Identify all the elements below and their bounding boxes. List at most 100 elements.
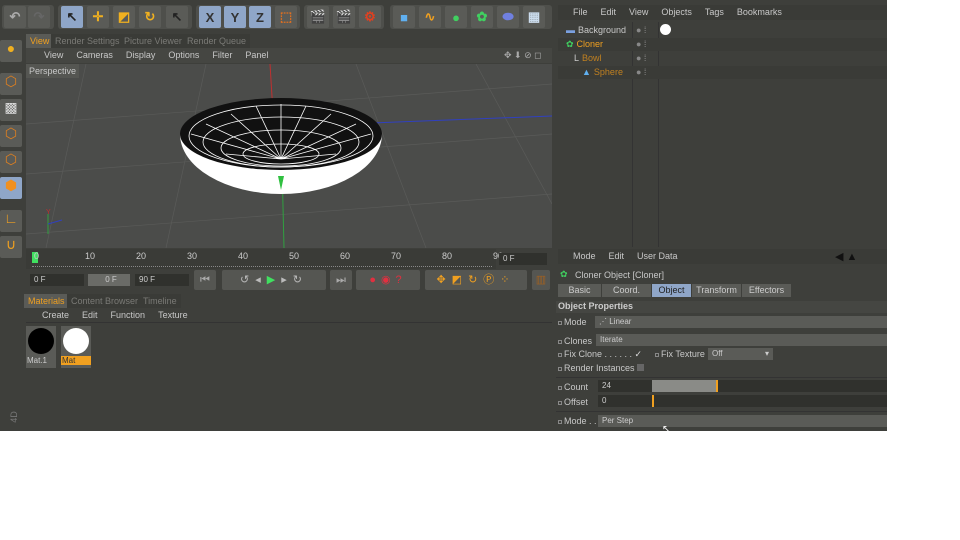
timeline-ruler[interactable]: 0 10 20 30 40 50 60 70 80 90: [26, 249, 503, 269]
scale-icon[interactable]: ◩: [113, 6, 135, 28]
count-field[interactable]: 24: [598, 380, 652, 392]
menu-view[interactable]: View: [44, 50, 63, 60]
points-mode-icon[interactable]: ⬡: [0, 73, 22, 95]
tab-basic[interactable]: Basic: [558, 284, 601, 297]
menu-edit[interactable]: Edit: [609, 251, 625, 261]
render-instances-label: Render Instances: [564, 363, 635, 373]
fix-texture-dropdown[interactable]: Off ▾: [708, 348, 773, 360]
x-axis-icon[interactable]: X: [199, 6, 221, 28]
spline-icon[interactable]: ∿: [419, 6, 441, 28]
current-frame-field[interactable]: 0 F: [499, 253, 547, 265]
tab-picture-viewer[interactable]: Picture Viewer: [120, 34, 186, 48]
tab-transform[interactable]: Transform: [692, 284, 741, 297]
snap-icon[interactable]: ∪: [0, 236, 22, 258]
material-preview: [28, 328, 54, 354]
object-row-cloner[interactable]: ✿ Cloner ● ⁞: [558, 38, 887, 51]
object-row-bowl[interactable]: L Bowl ● ⁞: [558, 52, 887, 65]
material-swatch[interactable]: Mat: [61, 326, 91, 368]
visibility-dots[interactable]: ● ⁞: [636, 24, 646, 37]
visibility-dots[interactable]: ● ⁞: [636, 66, 646, 79]
menu-display[interactable]: Display: [126, 50, 156, 60]
menu-user-data[interactable]: User Data: [637, 251, 678, 261]
workplane-icon[interactable]: ∟: [0, 210, 22, 232]
visibility-dots[interactable]: ● ⁞: [636, 38, 646, 51]
timeline-tick-label: 20: [136, 251, 147, 261]
timeline-layout-button[interactable]: ▥: [532, 270, 550, 290]
menu-tags[interactable]: Tags: [705, 7, 724, 17]
timeline-tick-label: 80: [442, 251, 453, 261]
object-row-background[interactable]: ▬ Background ● ⁞: [558, 24, 887, 37]
cloner-icon[interactable]: ✿: [471, 6, 493, 28]
menu-cameras[interactable]: Cameras: [76, 50, 113, 60]
menu-filter[interactable]: Filter: [212, 50, 232, 60]
menu-bookmarks[interactable]: Bookmarks: [737, 7, 782, 17]
offset-slider[interactable]: [652, 395, 887, 407]
floor-icon[interactable]: ▦: [523, 6, 545, 28]
goto-end-button[interactable]: ⏭: [330, 270, 352, 290]
nurbs-icon[interactable]: ●: [445, 6, 467, 28]
clones-dropdown[interactable]: Iterate: [596, 334, 887, 346]
tab-object[interactable]: Object: [652, 284, 691, 297]
end-frame-field[interactable]: 90 F: [135, 274, 189, 286]
menu-texture[interactable]: Texture: [158, 310, 188, 320]
material-swatch[interactable]: Mat.1: [26, 326, 56, 368]
tab-timeline[interactable]: Timeline: [139, 294, 181, 308]
nav-back-icon[interactable]: ◀ ▲: [835, 250, 857, 263]
menu-mode[interactable]: Mode: [573, 251, 596, 261]
material-name: Mat.1: [27, 356, 48, 365]
y-axis-icon[interactable]: Y: [224, 6, 246, 28]
section-header: Object Properties: [556, 301, 887, 313]
texture-mode-icon[interactable]: ▩: [0, 99, 22, 121]
last-tool-icon[interactable]: ↖: [166, 6, 188, 28]
tab-coord[interactable]: Coord.: [602, 284, 651, 297]
move-icon[interactable]: ✛: [87, 6, 109, 28]
menu-view[interactable]: View: [629, 7, 648, 17]
tab-view[interactable]: View: [26, 34, 54, 48]
undo-icon[interactable]: ↶: [4, 6, 26, 28]
mode2-dropdown[interactable]: Per Step: [598, 415, 887, 427]
keyframe-buttons[interactable]: ●◉?: [356, 270, 420, 290]
menu-panel[interactable]: Panel: [245, 50, 268, 60]
render-settings-icon[interactable]: ⚙: [359, 6, 381, 28]
menu-create[interactable]: Create: [42, 310, 69, 320]
visibility-dots[interactable]: ● ⁞: [636, 52, 646, 65]
menu-objects[interactable]: Objects: [661, 7, 692, 17]
z-axis-icon[interactable]: Z: [249, 6, 271, 28]
goto-start-button[interactable]: ⏮: [194, 270, 216, 290]
menu-options[interactable]: Options: [168, 50, 199, 60]
key-mode-buttons[interactable]: ✥◩↻Ⓟ⁘: [425, 270, 527, 290]
mode-dropdown[interactable]: ⋰ Linear: [595, 316, 887, 328]
menu-edit[interactable]: Edit: [82, 310, 98, 320]
deformer-icon[interactable]: ⬬: [497, 6, 519, 28]
menu-edit[interactable]: Edit: [601, 7, 617, 17]
redo-icon[interactable]: ↷: [28, 6, 50, 28]
count-slider[interactable]: [652, 380, 887, 392]
fix-clone-checkbox[interactable]: ✓: [635, 349, 643, 359]
preview-frame-field[interactable]: 0 F: [88, 274, 130, 286]
tab-content-browser[interactable]: Content Browser: [67, 294, 143, 308]
tab-effectors[interactable]: Effectors: [742, 284, 791, 297]
object-row-sphere[interactable]: ▲ Sphere ● ⁞: [558, 66, 887, 79]
object-axis-icon[interactable]: ⬢: [0, 177, 22, 199]
tab-materials[interactable]: Materials: [24, 294, 69, 308]
model-mode-icon[interactable]: ●: [0, 40, 22, 62]
menu-file[interactable]: File: [573, 7, 588, 17]
render-instances-checkbox[interactable]: [637, 364, 645, 371]
viewport[interactable]: Y Perspective: [26, 64, 552, 248]
coordinate-system-icon[interactable]: ⬚: [275, 6, 297, 28]
live-selection-icon[interactable]: ↖: [61, 6, 83, 28]
offset-field[interactable]: 0: [598, 395, 652, 407]
start-frame-field[interactable]: 0 F: [30, 274, 84, 286]
playback-controls[interactable]: ↺◂▶▸↻: [222, 270, 326, 290]
tab-render-queue[interactable]: Render Queue: [183, 34, 251, 48]
edges-mode-icon[interactable]: ⬡: [0, 125, 22, 147]
timeline-tick-label: 70: [391, 251, 402, 261]
cube-icon[interactable]: ■: [393, 6, 415, 28]
polygons-mode-icon[interactable]: ⬡: [0, 151, 22, 173]
render-picture-viewer-icon[interactable]: 🎬: [333, 6, 355, 28]
menu-function[interactable]: Function: [111, 310, 146, 320]
viewport-nav-icons[interactable]: ✥ ⬇ ⊘ ◻: [504, 50, 542, 61]
tab-render-settings[interactable]: Render Settings: [51, 34, 124, 48]
rotate-icon[interactable]: ↻: [139, 6, 161, 28]
render-view-icon[interactable]: 🎬: [307, 6, 329, 28]
